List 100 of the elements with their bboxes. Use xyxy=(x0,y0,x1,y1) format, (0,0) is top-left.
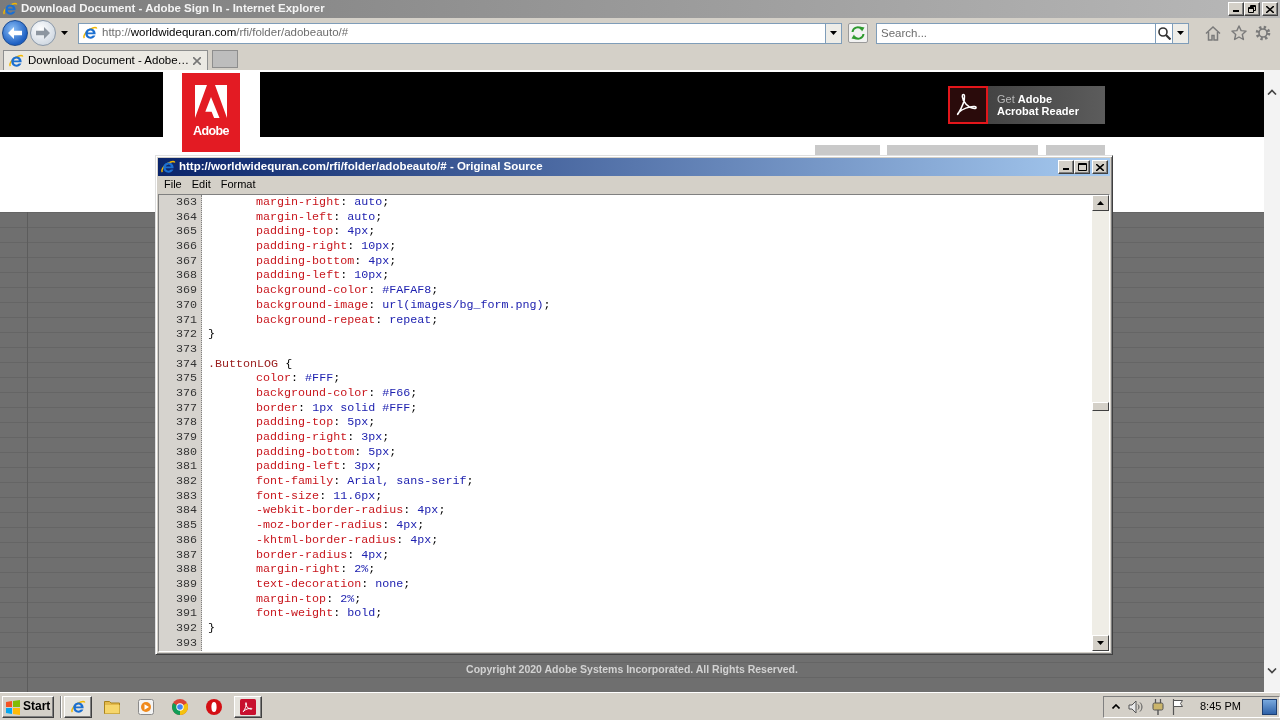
caret-down-icon[interactable] xyxy=(61,31,68,35)
close-icon xyxy=(1266,5,1274,13)
code-line: font-family: Arial, sans-serif; xyxy=(256,474,474,489)
line-number: 382 xyxy=(175,474,197,489)
search-field[interactable]: Search... xyxy=(876,22,1156,44)
code-line: margin-top: 2%; xyxy=(256,591,362,607)
code-line: margin-left: auto; xyxy=(256,209,383,225)
settings-icon[interactable] xyxy=(1255,25,1271,41)
code-line: } xyxy=(208,620,215,636)
chevron-up-icon[interactable] xyxy=(1112,704,1120,709)
swirl-icon xyxy=(240,698,256,715)
window-title: Download Document - Adobe Sign In - Internet Explorer xyxy=(21,2,325,16)
line-number: 392 xyxy=(175,620,197,636)
page-scrollbar[interactable] xyxy=(1264,70,1280,692)
chevron-up-icon[interactable] xyxy=(1267,89,1277,95)
line-number: 373 xyxy=(175,341,197,357)
arrow-left-icon xyxy=(8,27,22,39)
code-line: color: #FFF; xyxy=(256,371,341,386)
e-logo-icon xyxy=(8,52,24,69)
code-line: -webkit-border-radius: 4px; xyxy=(256,503,446,519)
code-line: -khtml-border-radius: 4px; xyxy=(256,532,439,548)
search-icon xyxy=(1157,26,1171,40)
start-button[interactable]: Start xyxy=(2,695,54,718)
line-number: 391 xyxy=(175,606,197,621)
line-number: 389 xyxy=(175,576,197,592)
line-number: 366 xyxy=(175,239,197,254)
dropdown-button[interactable] xyxy=(826,22,842,44)
line-number: 386 xyxy=(175,532,197,548)
e-logo-icon xyxy=(160,159,176,175)
speaker-icon[interactable] xyxy=(1128,699,1144,714)
close-button[interactable] xyxy=(1262,2,1278,16)
restore-button[interactable] xyxy=(1244,2,1260,16)
code-line: padding-right: 10px; xyxy=(256,239,397,254)
code-line: padding-top: 5px; xyxy=(256,415,376,430)
refresh-button[interactable] xyxy=(848,23,868,43)
close-icon xyxy=(193,56,202,65)
line-number: 364 xyxy=(175,209,197,225)
e-logo-icon xyxy=(70,698,86,715)
power-plug-icon[interactable] xyxy=(1152,698,1164,715)
browser-tab[interactable]: Download Document - Adobe… xyxy=(3,50,209,70)
code-line: font-size: 11.6px; xyxy=(256,488,383,504)
window-title: http://worldwidequran.com/rfi/folder/adobeauto/# - Original Source xyxy=(179,160,543,174)
home-icon[interactable] xyxy=(1205,25,1221,41)
line-number: 365 xyxy=(175,224,197,240)
menu-item[interactable]: File xyxy=(159,178,187,192)
close-button[interactable] xyxy=(1092,160,1108,174)
code-line: background-color: #FAFAF8; xyxy=(256,283,439,298)
flag-icon[interactable] xyxy=(1172,698,1184,715)
tiled-flag-icon xyxy=(5,698,21,715)
line-number: 367 xyxy=(175,253,197,269)
code-line: border: 1px solid #FFF; xyxy=(256,400,418,416)
segmented-circle-icon[interactable] xyxy=(172,698,188,715)
code-line: background-repeat: repeat; xyxy=(256,312,439,328)
star-icon[interactable] xyxy=(1231,25,1247,41)
line-number: 381 xyxy=(175,459,197,475)
line-number: 370 xyxy=(175,297,197,313)
minimize-button[interactable] xyxy=(1058,160,1074,174)
minimize-button[interactable] xyxy=(1228,2,1244,16)
menu-item[interactable]: Edit xyxy=(186,178,216,192)
show-desktop-button[interactable] xyxy=(1262,698,1277,715)
taskbar-button[interactable] xyxy=(234,695,262,718)
line-number: 393 xyxy=(175,635,197,651)
code-line: padding-left: 10px; xyxy=(256,268,390,284)
line-number: 369 xyxy=(175,283,197,298)
code-line: padding-left: 3px; xyxy=(256,459,383,475)
code-line: padding-top: 4px; xyxy=(256,224,376,240)
line-number: 387 xyxy=(175,547,197,563)
code-line: padding-right: 3px; xyxy=(256,430,390,445)
line-number: 388 xyxy=(175,562,197,577)
back-button[interactable] xyxy=(2,20,28,46)
scroll-down-button[interactable] xyxy=(1092,635,1109,651)
scroll-thumb[interactable] xyxy=(1092,402,1109,411)
triangle-up-icon xyxy=(1097,201,1104,205)
arrow-right-icon xyxy=(36,27,50,39)
scrollbar[interactable] xyxy=(1092,195,1109,651)
line-number: 385 xyxy=(175,518,197,533)
code-line: } xyxy=(208,327,215,342)
line-number: 377 xyxy=(175,400,197,416)
dropdown-button[interactable] xyxy=(1173,22,1189,44)
code-line: padding-bottom: 4px; xyxy=(256,253,397,269)
get-reader-badge[interactable]: Get Adobe Acrobat Reader xyxy=(948,86,1105,124)
code-line: border-radius: 4px; xyxy=(256,547,390,563)
search-button[interactable] xyxy=(1156,22,1173,44)
code-line: background-image: url(images/bg_form.png); xyxy=(256,297,551,313)
scroll-up-button[interactable] xyxy=(1092,195,1109,211)
line-number: 376 xyxy=(175,385,197,401)
menu-item[interactable]: Format xyxy=(215,178,261,192)
maximize-button[interactable] xyxy=(1074,160,1090,174)
chevron-down-icon[interactable] xyxy=(1267,668,1277,674)
play-icon[interactable] xyxy=(138,698,154,715)
minimize-icon xyxy=(1063,168,1069,170)
line-number: 390 xyxy=(175,591,197,607)
caret-down-icon xyxy=(830,31,837,35)
taskbar-button[interactable] xyxy=(64,695,92,718)
line-number: 374 xyxy=(175,356,197,372)
refresh-icon xyxy=(851,26,865,40)
line-number: 363 xyxy=(175,195,197,210)
address-field[interactable]: http://worldwidequran.com/rfi/folder/adobeauto/# xyxy=(78,22,826,44)
ring-icon[interactable] xyxy=(206,698,222,715)
maximize-icon xyxy=(1077,163,1087,171)
